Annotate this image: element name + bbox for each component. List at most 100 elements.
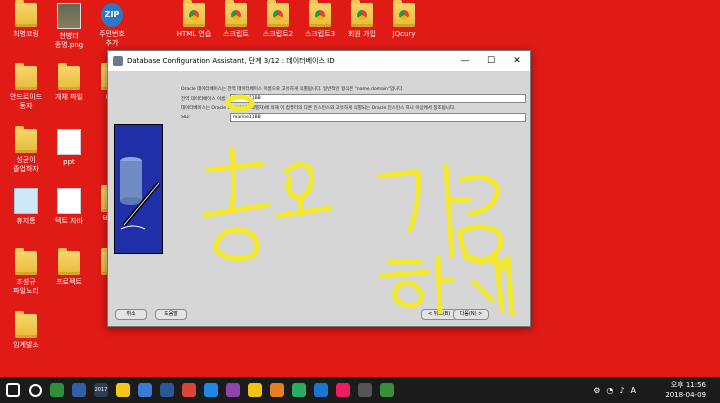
- folder-icon: [58, 248, 80, 275]
- folder-icon: [15, 248, 37, 275]
- word-icon[interactable]: [156, 377, 178, 403]
- edge-icon[interactable]: [200, 377, 222, 403]
- oracle-icon[interactable]: [376, 377, 398, 403]
- desktop-icon[interactable]: JQcury: [382, 0, 426, 39]
- cortana-icon[interactable]: [46, 377, 68, 403]
- database-illustration: [114, 124, 163, 254]
- clock[interactable]: 오후 11:56 2018-04-09: [665, 380, 706, 400]
- desktop-icon[interactable]: ppt: [47, 129, 91, 167]
- desktop-icon[interactable]: 텍트 자바: [47, 188, 91, 226]
- desktop-icon-label: 개체 파일: [55, 93, 83, 101]
- app-icon[interactable]: [222, 377, 244, 403]
- zip-icon: ZIP: [101, 3, 123, 27]
- close-icon[interactable]: ✕: [504, 51, 530, 71]
- ime-indicator[interactable]: A: [631, 386, 636, 395]
- explorer-icon[interactable]: [244, 377, 266, 403]
- desktop-icon-label: 프로젝트: [56, 278, 82, 286]
- desktop-icon-label: 휴지통: [16, 217, 36, 225]
- dbca-dialog: Database Configuration Assistant, 단계 3/1…: [107, 50, 531, 327]
- desktop-icon[interactable]: ZIP 주민번호 추가: [90, 3, 134, 48]
- wifi-icon[interactable]: ◔: [606, 386, 613, 395]
- sid-description: 데이터베이스는 Oracle SID(시스템 식별자)에 의해 이 컴퓨터의 다…: [181, 106, 456, 111]
- dialog-titlebar[interactable]: Database Configuration Assistant, 단계 3/1…: [108, 51, 530, 71]
- taskview-icon[interactable]: [68, 377, 90, 403]
- sid-input[interactable]: marine11BB: [230, 113, 526, 122]
- desktop-icon-label: HTML 연습: [176, 30, 212, 38]
- desktop-icon[interactable]: 최병코링: [4, 0, 48, 39]
- dbca-app-icon: [113, 56, 123, 66]
- chrome-folder-icon: [393, 0, 415, 27]
- desktop-icon-label: ppt: [63, 158, 75, 166]
- desktop-icon[interactable]: 개체 파일: [47, 63, 91, 102]
- desktop-icon-label: 천병더 증명.png: [54, 32, 84, 49]
- global-db-name-input[interactable]: marine11BB: [230, 94, 526, 103]
- desktop-icon-label: 성균이 졸업하자: [13, 156, 39, 173]
- desktop-icon[interactable]: 천병더 증명.png: [47, 3, 91, 50]
- desktop-icon[interactable]: 조성규 파일노리: [4, 248, 48, 296]
- desktop-icon[interactable]: 안드로이드 동자: [4, 63, 48, 111]
- cancel-button[interactable]: 취소: [115, 309, 147, 320]
- gear-icon[interactable]: ⚙: [593, 386, 600, 395]
- sid-label: SID:: [181, 115, 191, 120]
- file-icon: [57, 129, 81, 155]
- desktop-icon[interactable]: 스크립트3: [298, 0, 342, 39]
- volume-icon[interactable]: ♪: [619, 386, 624, 395]
- chrome-folder-icon: [225, 0, 247, 27]
- desktop-icon[interactable]: 프로젝트: [47, 248, 91, 287]
- desktop-icon-label: 스크립트: [223, 30, 249, 38]
- desktop-icon[interactable]: HTML 연습: [172, 0, 216, 39]
- next-button[interactable]: 다음(N) >: [453, 309, 489, 320]
- global-db-name-label: 전역 데이터베이스 이름:: [181, 96, 227, 102]
- chrome-icon[interactable]: [178, 377, 200, 403]
- desktop-icon-label: 주민번호 추가: [99, 30, 125, 47]
- calendar-icon[interactable]: 2017: [90, 377, 112, 403]
- folder-icon: [15, 0, 37, 27]
- desktop-icon-label: 최병코링: [13, 30, 39, 38]
- global-db-description: Oracle 데이터베이스는 전역 데이터베이스 이름으로 고유하게 식별됩니다…: [181, 87, 404, 92]
- desktop-icon-label: 스크립트2: [262, 30, 294, 38]
- clock-date: 2018-04-09: [665, 391, 706, 399]
- desktop-icon[interactable]: 스크립트2: [256, 0, 300, 39]
- folder-icon: [15, 311, 37, 338]
- maximize-icon[interactable]: ☐: [478, 51, 504, 71]
- desktop-icon[interactable]: 성균이 졸업하자: [4, 126, 48, 174]
- back-button[interactable]: < 뒤로(B): [421, 309, 457, 320]
- desktop-icon-label: 스크립트3: [304, 30, 336, 38]
- start-icon[interactable]: [2, 377, 24, 403]
- desktop-icon-label: JQcury: [392, 30, 416, 38]
- desktop-icon-label: 임계발소: [13, 341, 39, 349]
- notes-icon[interactable]: [134, 377, 156, 403]
- ie-icon[interactable]: [310, 377, 332, 403]
- desktop-icon[interactable]: 회원 가입: [340, 0, 384, 39]
- desktop-icon[interactable]: 스크립트: [214, 0, 258, 39]
- desktop-icon[interactable]: 휴지통: [4, 188, 48, 226]
- dialog-title: Database Configuration Assistant, 단계 3/1…: [127, 57, 335, 65]
- clock-time: 오후 11:56: [670, 381, 706, 389]
- file-icon: [57, 188, 81, 214]
- database-id-form: Oracle 데이터베이스는 전역 데이터베이스 이름으로 고유하게 식별됩니다…: [181, 86, 526, 124]
- folder-icon: [15, 126, 37, 153]
- chrome-folder-icon: [267, 0, 289, 27]
- taskbar: 2017 ⚙ ◔ ♪ A 오후 11:56 2018-04-09: [0, 377, 720, 403]
- chrome-folder-icon: [309, 0, 331, 27]
- minimize-icon[interactable]: —: [452, 51, 478, 71]
- itunes-icon[interactable]: [332, 377, 354, 403]
- recycle-bin-icon: [14, 188, 38, 214]
- store-icon[interactable]: [288, 377, 310, 403]
- image-file-icon: [57, 3, 81, 29]
- desktop-icon-label: 안드로이드 동자: [9, 93, 43, 110]
- desktop-icon[interactable]: 임계발소: [4, 311, 48, 350]
- system-tray: ⚙ ◔ ♪ A: [593, 377, 636, 403]
- help-button[interactable]: 도움말: [155, 309, 187, 320]
- kakao-icon[interactable]: [112, 377, 134, 403]
- folder-icon: [58, 63, 80, 90]
- chrome-folder-icon: [351, 0, 373, 27]
- desktop-icon-label: 조성규 파일노리: [13, 278, 39, 295]
- folder-icon: [15, 63, 37, 90]
- chrome-folder-icon: [183, 0, 205, 27]
- desktop-icon-label: 회원 가입: [348, 30, 376, 38]
- media-icon[interactable]: [354, 377, 376, 403]
- files-icon[interactable]: [266, 377, 288, 403]
- search-icon[interactable]: [24, 377, 46, 403]
- desktop-icon-label: 텍트 자바: [55, 217, 83, 225]
